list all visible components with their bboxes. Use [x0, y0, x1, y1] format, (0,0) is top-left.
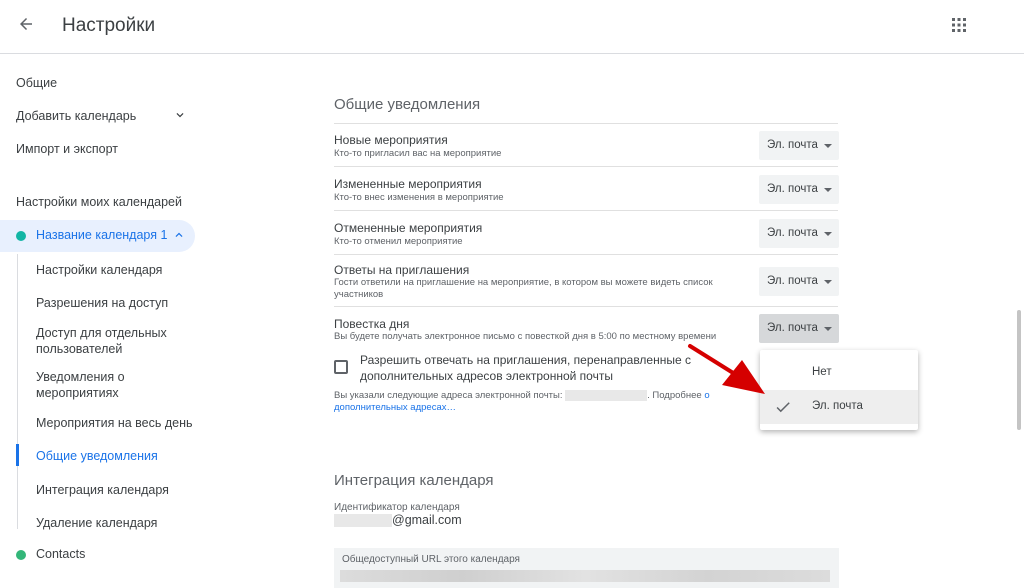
sidebar-item-import-export[interactable]: Импорт и экспорт — [16, 142, 118, 156]
redacted-url — [340, 570, 830, 582]
sidebar-item-label: Добавить календарь — [16, 109, 137, 123]
new-events-select[interactable]: Эл. почта — [759, 131, 839, 160]
integration-section-title: Интеграция календаря — [334, 472, 494, 489]
divider — [334, 306, 838, 307]
sidebar-subitem-remove-calendar[interactable]: Удаление календаря — [36, 515, 206, 531]
sidebar-item-calendar-1[interactable]: Название календаря 1 — [0, 220, 195, 252]
contacts-color-dot — [16, 550, 26, 560]
arrow-back-icon — [17, 15, 35, 38]
changed-events-select[interactable]: Эл. почта — [759, 175, 839, 204]
select-value: Эл. почта — [767, 275, 818, 287]
menu-option-none[interactable]: Нет — [760, 356, 918, 390]
reply-forwarded-checkbox[interactable] — [334, 360, 348, 374]
sidebar-subitem-calendar-settings[interactable]: Настройки календаря — [36, 262, 206, 278]
notifications-section-title: Общие уведомления — [334, 96, 481, 113]
menu-option-email[interactable]: Эл. почта — [760, 390, 918, 424]
active-indicator — [16, 444, 19, 466]
chevron-down-icon — [173, 108, 187, 125]
row-title: Измененные мероприятия — [334, 177, 482, 191]
redacted-email — [565, 390, 648, 401]
email-note-more: . Подробнее — [647, 390, 702, 402]
select-value: Эл. почта — [767, 139, 818, 151]
redacted-email-local — [334, 514, 392, 528]
page-title: Настройки — [62, 15, 156, 36]
caret-down-icon — [824, 188, 832, 192]
event-responses-select[interactable]: Эл. почта — [759, 267, 839, 296]
row-title: Новые мероприятия — [334, 133, 448, 147]
row-subtitle: Кто-то пригласил вас на мероприятие — [334, 148, 502, 159]
sidebar-subitem-share-with-people[interactable]: Доступ для отдельных пользователей — [36, 325, 176, 357]
back-button[interactable] — [8, 8, 44, 44]
caret-down-icon — [824, 280, 832, 284]
sidebar-item-add-calendar[interactable]: Добавить календарь — [16, 109, 186, 123]
row-subtitle: Вы будете получать электронное письмо с … — [334, 331, 717, 342]
divider — [334, 123, 838, 124]
row-title: Отмененные мероприятия — [334, 221, 483, 235]
row-subtitle: Гости ответили на приглашение на меропри… — [334, 277, 713, 300]
canceled-events-select[interactable]: Эл. почта — [759, 219, 839, 248]
select-value: Эл. почта — [767, 183, 818, 195]
sidebar-subitem-event-notifications[interactable]: Уведомления о мероприятиях — [36, 369, 156, 401]
select-value: Эл. почта — [767, 322, 818, 334]
sidebar-subitem-access-permissions[interactable]: Разрешения на доступ — [36, 295, 206, 311]
daily-agenda-select[interactable]: Эл. почта — [759, 314, 839, 343]
caret-down-icon — [824, 232, 832, 236]
calendar-color-dot — [16, 231, 26, 241]
caret-down-icon — [824, 327, 832, 331]
my-calendars-heading: Настройки моих календарей — [16, 195, 182, 209]
divider — [334, 210, 838, 211]
sidebar-subitem-all-day-events[interactable]: Мероприятия на весь день — [36, 415, 206, 431]
calendar-name-label: Название календаря 1 — [36, 228, 168, 242]
sidebar-item-general[interactable]: Общие — [16, 76, 57, 90]
email-addresses-note: Вы указали следующие адреса электронной … — [334, 390, 759, 414]
select-value: Эл. почта — [767, 227, 818, 239]
row-subtitle: Кто-то отменил мероприятие — [334, 236, 463, 247]
chevron-up-icon — [172, 228, 186, 247]
row-title: Ответы на приглашения — [334, 263, 470, 277]
sidebar-subitem-general-notifications[interactable]: Общие уведомления — [36, 448, 206, 464]
checkbox-label: Разрешить отвечать на приглашения, перен… — [360, 353, 691, 383]
checkmark-icon — [774, 398, 792, 419]
divider — [334, 254, 838, 255]
app-header: Настройки — [0, 0, 1024, 54]
apps-button[interactable] — [942, 10, 976, 44]
email-note-text: Вы указали следующие адреса электронной … — [334, 390, 563, 402]
submenu-guide-line — [17, 254, 18, 529]
notification-type-menu: Нет Эл. почта — [760, 350, 918, 430]
row-title: Повестка дня — [334, 317, 410, 331]
calendar-id-value: @gmail.com — [334, 513, 462, 528]
row-subtitle: Кто-то внес изменения в мероприятие — [334, 192, 504, 203]
page-scrollbar[interactable] — [1017, 310, 1021, 430]
divider — [334, 166, 838, 167]
menu-option-label: Нет — [812, 366, 832, 378]
sidebar-subitem-integrate-calendar[interactable]: Интеграция календаря — [36, 482, 206, 498]
settings-sidebar: Общие Добавить календарь Импорт и экспор… — [0, 54, 230, 576]
apps-grid-icon — [951, 17, 967, 38]
public-url-label: Общедоступный URL этого календаря — [342, 554, 520, 565]
sidebar-item-contacts[interactable]: Contacts — [36, 547, 85, 561]
caret-down-icon — [824, 144, 832, 148]
menu-option-label: Эл. почта — [812, 400, 863, 412]
public-url-box: Общедоступный URL этого календаря — [334, 548, 839, 588]
email-suffix: @gmail.com — [392, 513, 462, 527]
calendar-id-label: Идентификатор календаря — [334, 502, 460, 513]
